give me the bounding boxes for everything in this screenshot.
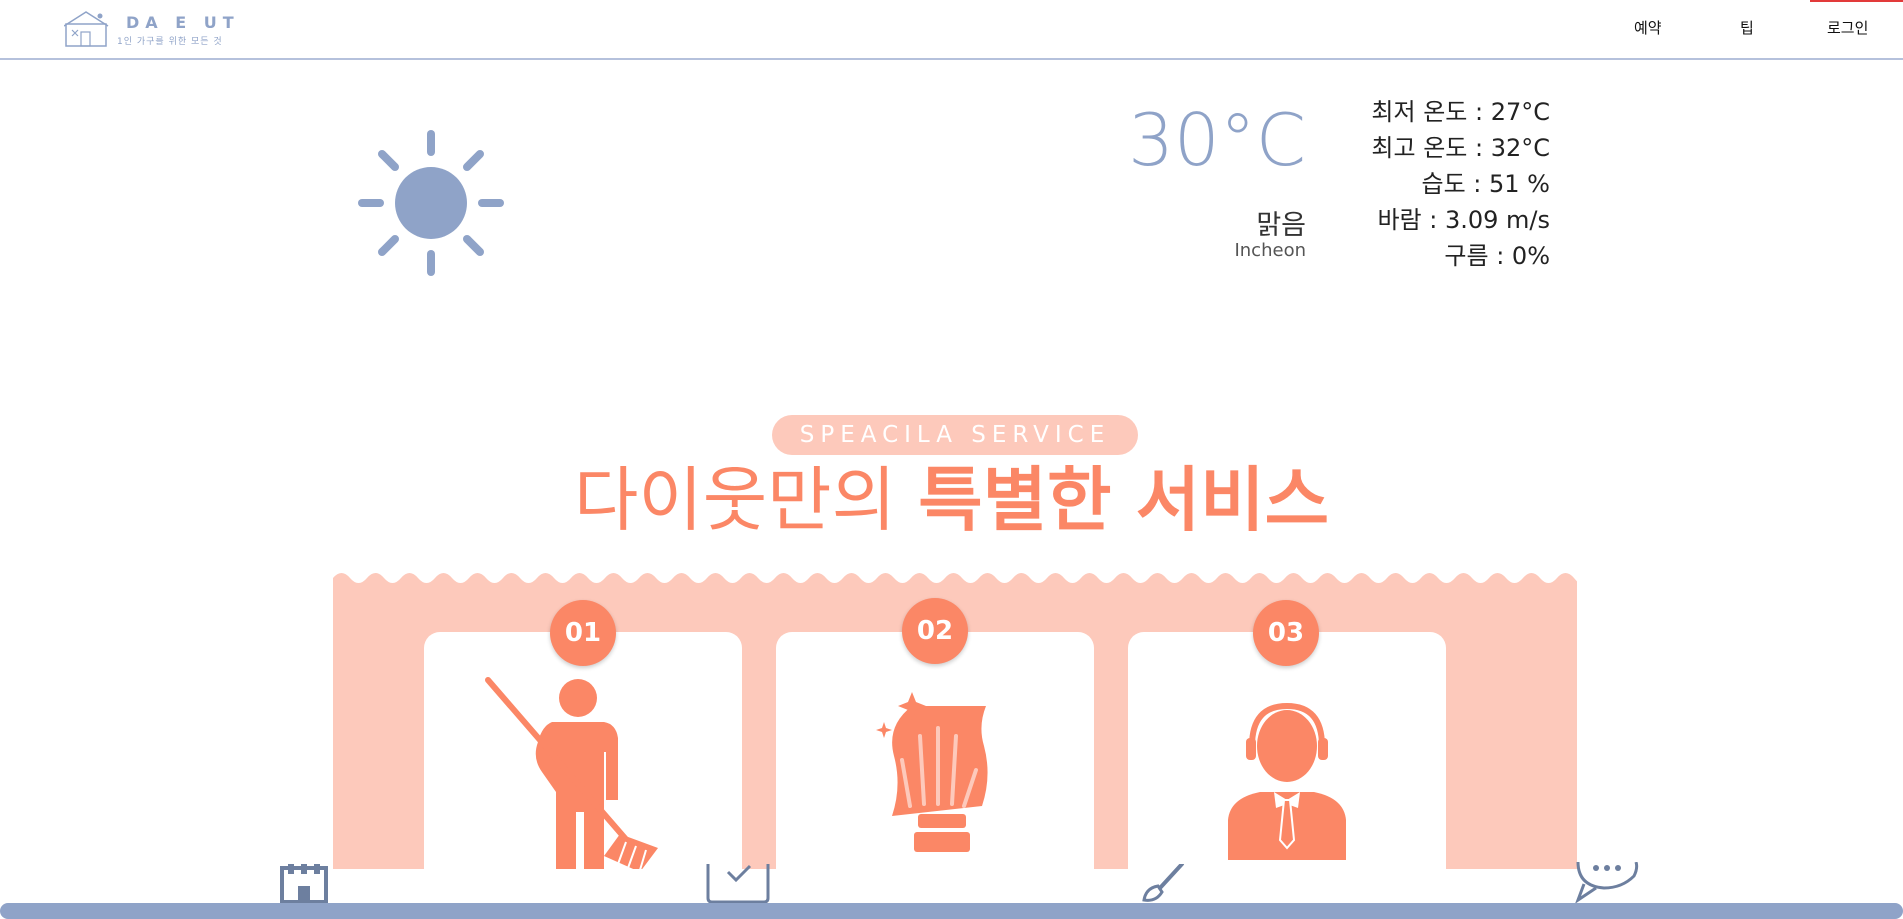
brush-icon[interactable] — [1140, 864, 1190, 904]
city-name: Incheon — [1234, 240, 1306, 261]
nav-reservation[interactable]: 예약 — [1634, 17, 1662, 38]
weather-condition: 맑음 — [1256, 210, 1306, 241]
nav-login[interactable]: 로그인 — [1827, 17, 1868, 38]
house-logo-icon — [64, 11, 109, 47]
section-headline: 다이웃만의 특별한 서비스 — [0, 462, 1903, 539]
card-number-badge: 02 — [902, 598, 968, 664]
section-pill: SPEACILA SERVICE — [772, 415, 1138, 455]
card-number-badge: 03 — [1253, 600, 1319, 666]
current-temperature: 30°C — [1128, 98, 1306, 182]
headline-bold: 특별한 서비스 — [918, 459, 1330, 541]
header: DA E UT 1인 가구를 위한 모든 것 예약 팁 로그인 — [0, 0, 1903, 60]
active-indicator — [1810, 0, 1903, 2]
cleaner-sweeping-icon — [485, 677, 658, 872]
weather-stats: 최저 온도 : 27°C 최고 온도 : 32°C 습도 : 51 % 바람 :… — [1371, 94, 1550, 274]
checklist-icon[interactable] — [706, 864, 770, 904]
brand-subtitle: 1인 가구를 위한 모든 것 — [117, 37, 223, 47]
sun-icon — [358, 130, 504, 276]
max-temp: 최고 온도 : 32°C — [1371, 134, 1550, 162]
card-number-badge: 01 — [550, 600, 616, 666]
wind: 바람 : 3.09 m/s — [1377, 206, 1550, 234]
brand-title: DA E UT — [126, 13, 240, 32]
building-icon[interactable] — [280, 864, 330, 904]
humidity: 습도 : 51 % — [1421, 170, 1550, 198]
headline-light: 다이웃만의 — [573, 459, 919, 541]
nav-tips[interactable]: 팁 — [1740, 17, 1754, 38]
min-temp: 최저 온도 : 27°C — [1371, 98, 1550, 126]
clouds: 구름 : 0% — [1444, 242, 1550, 270]
hand-wiping-icon — [876, 692, 988, 852]
horizontal-scrollbar[interactable] — [0, 903, 1903, 919]
chat-bubble-icon[interactable] — [1574, 862, 1640, 904]
customer-service-icon — [1228, 702, 1346, 860]
